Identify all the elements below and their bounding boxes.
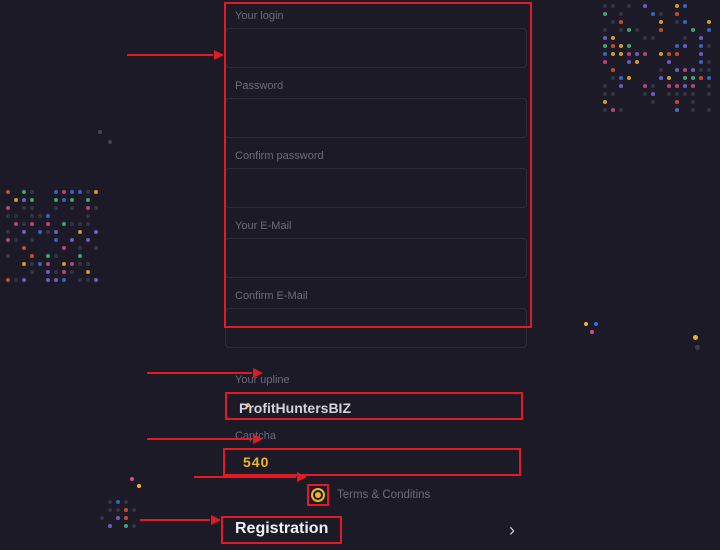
confirm-password-label: Confirm password: [235, 150, 527, 162]
decorative-dot: [108, 140, 112, 144]
upline-label: Your upline: [235, 374, 527, 386]
password-input[interactable]: [225, 98, 527, 138]
terms-radio[interactable]: [311, 488, 325, 502]
terms-label[interactable]: Terms & Conditins: [337, 489, 430, 501]
captcha-label: Captcha: [235, 430, 527, 442]
captcha-value[interactable]: 540: [223, 448, 521, 476]
chevron-right-icon[interactable]: ›: [509, 520, 515, 541]
decorative-dots-bottom-left: [100, 500, 137, 529]
decorative-dot: [584, 322, 588, 326]
decorative-dots-left-mid: [6, 190, 99, 283]
confirm-password-input[interactable]: [225, 168, 527, 208]
email-label: Your E-Mail: [235, 220, 527, 232]
decorative-dot: [130, 477, 134, 481]
login-label: Your login: [235, 10, 527, 22]
upline-value: ProfitHuntersBIZ: [225, 392, 523, 420]
decorative-dot: [137, 484, 141, 488]
decorative-dot: [693, 335, 698, 340]
login-input[interactable]: [225, 28, 527, 68]
confirm-email-label: Confirm E-Mail: [235, 290, 527, 302]
email-input[interactable]: [225, 238, 527, 278]
confirm-email-input[interactable]: [225, 308, 527, 348]
decorative-dots-top-right: [603, 4, 712, 113]
annotation-box-terms-radio: [307, 484, 329, 506]
decorative-dot: [594, 322, 598, 326]
decorative-dot: [695, 345, 700, 350]
decorative-dot: [590, 330, 594, 334]
registration-form: Your login Password Confirm password You…: [225, 6, 527, 544]
decorative-dot: [98, 130, 102, 134]
password-label: Password: [235, 80, 527, 92]
terms-row: Terms & Conditins: [307, 484, 527, 506]
registration-button[interactable]: Registration: [221, 516, 342, 544]
